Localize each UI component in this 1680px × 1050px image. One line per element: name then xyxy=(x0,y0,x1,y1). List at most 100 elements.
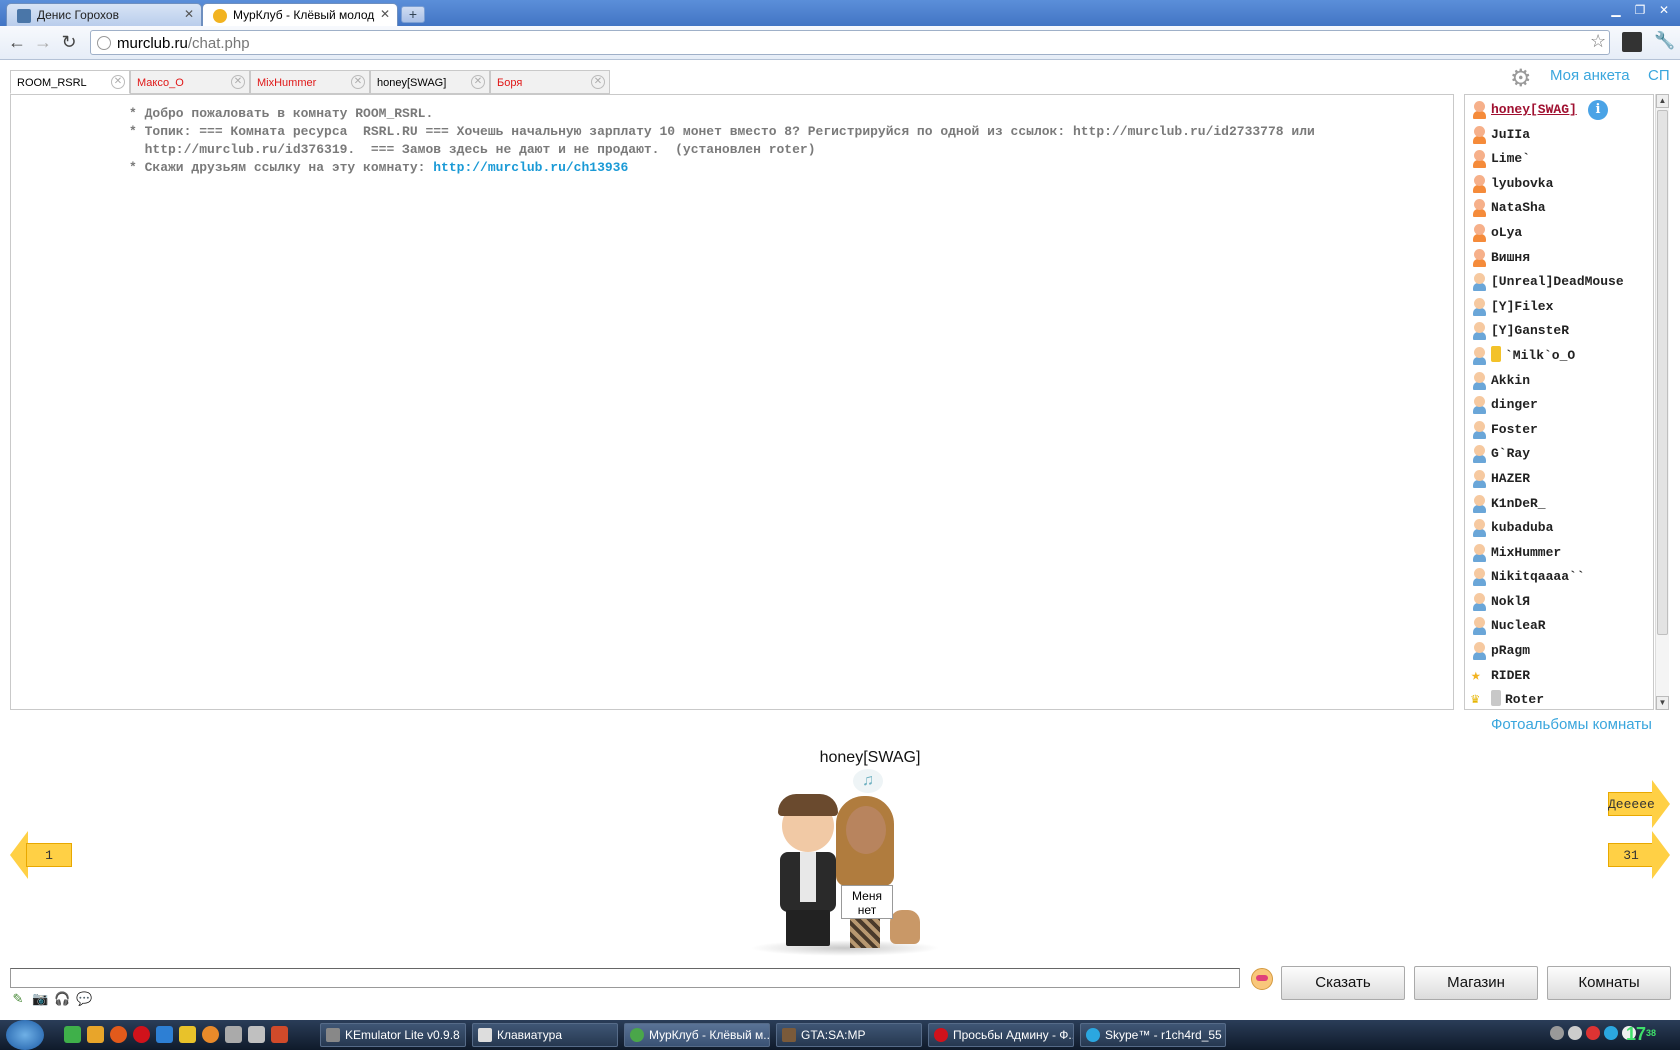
scroll-down-icon[interactable]: ▼ xyxy=(1656,696,1669,710)
folder-icon[interactable] xyxy=(87,1026,104,1043)
taskbar-window[interactable]: Клавиатура xyxy=(472,1023,618,1047)
network-icon[interactable] xyxy=(1568,1026,1582,1040)
close-room-icon[interactable]: ✕ xyxy=(591,75,605,89)
address-bar[interactable]: murclub.ru/chat.php xyxy=(90,30,1610,55)
room-tab[interactable]: MixHummer ✕ xyxy=(250,70,370,94)
room-tab-label: Максо_О xyxy=(137,77,184,89)
opera-icon[interactable] xyxy=(133,1026,150,1043)
room-tab[interactable]: ROOM_RSRL ✕ xyxy=(10,70,130,94)
firefox-icon[interactable] xyxy=(110,1026,127,1043)
user-list-item[interactable]: Foster xyxy=(1469,419,1639,444)
user-list-item[interactable]: NucleaR xyxy=(1469,615,1639,640)
taskbar-window[interactable]: МурКлуб - Клёвый м... xyxy=(624,1023,770,1047)
tray-icon[interactable] xyxy=(1550,1026,1564,1040)
browser-tab-vk[interactable]: Денис Горохов ✕ xyxy=(6,3,202,26)
say-button[interactable]: Сказать xyxy=(1281,966,1405,1000)
prev-profile-arrow[interactable]: 1 xyxy=(10,831,72,879)
speech-bubble-icon[interactable]: 💬 xyxy=(76,992,92,1006)
user-list-item[interactable]: G`Ray xyxy=(1469,443,1639,468)
user-list-item[interactable]: ♛ Roter xyxy=(1469,689,1639,709)
user-list-item[interactable]: K1nDeR_ xyxy=(1469,493,1639,518)
shop-button[interactable]: Магазин xyxy=(1414,966,1538,1000)
start-button[interactable] xyxy=(6,1020,44,1050)
reload-icon[interactable]: ↻ xyxy=(58,32,80,54)
taskbar-window[interactable]: KEmulator Lite v0.9.8 xyxy=(320,1023,466,1047)
avatar-boy-shirt xyxy=(800,852,816,902)
maximize-icon[interactable]: ❐ xyxy=(1628,1,1652,19)
user-list-item[interactable]: [Unreal]DeadMouse xyxy=(1469,271,1639,296)
user-list-item[interactable]: oLya xyxy=(1469,222,1639,247)
user-list-item[interactable]: NataSha xyxy=(1469,197,1639,222)
camera-icon[interactable]: 📷 xyxy=(32,992,48,1006)
user-list-item[interactable]: Вишня xyxy=(1469,247,1639,272)
browser-tab-murclub[interactable]: МурКлуб - Клёвый молод ✕ xyxy=(202,3,398,26)
pencil-icon[interactable]: ✎ xyxy=(10,992,26,1006)
user-list-item[interactable]: honey[SWAG] xyxy=(1469,99,1639,124)
couple-avatar[interactable] xyxy=(740,790,950,960)
taskbar-window[interactable]: GTA:SA:MP xyxy=(776,1023,922,1047)
user-list-item[interactable]: JuIIa xyxy=(1469,124,1639,149)
smiley-icon[interactable] xyxy=(1251,968,1273,990)
utorrent-icon[interactable] xyxy=(64,1026,81,1043)
next-profile-arrow-bottom[interactable]: 31 xyxy=(1608,831,1670,879)
wrench-icon[interactable]: 🔧 xyxy=(1654,31,1675,51)
rooms-button[interactable]: Комнаты xyxy=(1547,966,1671,1000)
user-list-item[interactable]: lyubovka xyxy=(1469,173,1639,198)
room-tab[interactable]: Боря ✕ xyxy=(490,70,610,94)
user-list-item[interactable]: [Y]Filex xyxy=(1469,296,1639,321)
close-window-icon[interactable]: ✕ xyxy=(1652,1,1676,19)
user-list-item[interactable]: ★ RIDER xyxy=(1469,665,1639,690)
minimize-icon[interactable]: ▁ xyxy=(1604,1,1628,19)
user-list-item[interactable]: MixHummer xyxy=(1469,542,1639,567)
user-list-scrollbar[interactable]: ▲ ▼ xyxy=(1655,94,1669,710)
user-list-item[interactable]: NoklЯ xyxy=(1469,591,1639,616)
close-tab-icon[interactable]: ✕ xyxy=(184,7,194,21)
user-list-item[interactable]: kubaduba xyxy=(1469,517,1639,542)
room-tab[interactable]: Максо_О ✕ xyxy=(130,70,250,94)
new-tab-button[interactable]: + xyxy=(401,6,425,23)
user-list-item[interactable]: dinger xyxy=(1469,394,1639,419)
ie-icon[interactable] xyxy=(156,1026,173,1043)
user-list-item[interactable]: [Y]GansteR xyxy=(1469,320,1639,345)
extension-icon[interactable] xyxy=(1622,32,1642,52)
system-tray xyxy=(1550,1026,1636,1040)
bookmark-star-icon[interactable]: ☆ xyxy=(1590,31,1606,52)
taskbar-window[interactable]: Просьбы Админу - Ф... xyxy=(928,1023,1074,1047)
room-link[interactable]: http://murclub.ru/ch13936 xyxy=(433,160,628,175)
user-list-item[interactable]: `Milk`o_O xyxy=(1469,345,1639,370)
close-room-icon[interactable]: ✕ xyxy=(111,75,125,89)
close-room-icon[interactable]: ✕ xyxy=(351,75,365,89)
app-icon[interactable] xyxy=(271,1026,288,1043)
antivirus-icon[interactable] xyxy=(1586,1026,1600,1040)
user-list-item[interactable]: pRagm xyxy=(1469,640,1639,665)
message-input[interactable] xyxy=(10,968,1240,988)
taskbar-window[interactable]: Skype™ - r1ch4rd_55 xyxy=(1080,1023,1226,1047)
scroll-up-icon[interactable]: ▲ xyxy=(1656,94,1669,108)
close-room-icon[interactable]: ✕ xyxy=(231,75,245,89)
room-albums-link[interactable]: Фотоальбомы комнаты xyxy=(1491,716,1652,733)
close-tab-icon[interactable]: ✕ xyxy=(380,7,390,21)
back-icon[interactable]: ← xyxy=(6,32,28,54)
next-profile-arrow-top[interactable]: Деееее xyxy=(1608,780,1670,828)
user-list-item[interactable]: Nikitqaaaa`` xyxy=(1469,566,1639,591)
settings-app-icon[interactable] xyxy=(248,1026,265,1043)
scroll-thumb[interactable] xyxy=(1657,110,1668,635)
close-room-icon[interactable]: ✕ xyxy=(471,75,485,89)
mail-icon[interactable] xyxy=(202,1026,219,1043)
app-icon[interactable] xyxy=(225,1026,242,1043)
forward-icon[interactable]: → xyxy=(32,32,54,54)
system-message: * Топик: === Комната ресурса RSRL.RU ===… xyxy=(129,124,1315,139)
headphones-icon[interactable]: 🎧 xyxy=(54,992,70,1006)
user-list-item[interactable]: Lime` xyxy=(1469,148,1639,173)
skype-tray-icon[interactable] xyxy=(1604,1026,1618,1040)
info-icon[interactable]: i xyxy=(1588,100,1608,120)
room-tab[interactable]: honey[SWAG] ✕ xyxy=(370,70,490,94)
profile-name[interactable]: honey[SWAG] xyxy=(770,749,970,767)
chat-messages-pane[interactable]: * Добро пожаловать в комнату ROOM_RSRL. … xyxy=(10,94,1454,710)
user-list-item[interactable]: Akkin xyxy=(1469,370,1639,395)
user-list-item[interactable]: HAZER xyxy=(1469,468,1639,493)
tool-icon[interactable] xyxy=(179,1026,196,1043)
settings-gear-icon[interactable]: ⚙ xyxy=(1510,64,1532,93)
sp-link[interactable]: СП xyxy=(1648,67,1670,84)
my-profile-link[interactable]: Моя анкета xyxy=(1550,67,1630,84)
